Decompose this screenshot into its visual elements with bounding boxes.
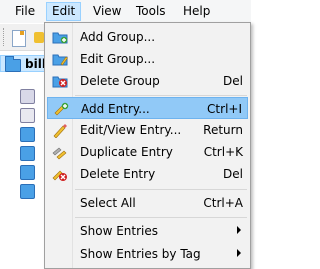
- submenu-arrow-icon: [237, 226, 241, 234]
- submenu-arrow-icon: [237, 249, 241, 257]
- internet-group-icon[interactable]: [20, 146, 35, 161]
- menu-item-delete-entry[interactable]: Delete Entry Del: [47, 163, 248, 185]
- menu-help[interactable]: Help: [177, 3, 216, 20]
- menu-bar: File Edit View Tools Help: [0, 0, 251, 23]
- menu-item-edit-group[interactable]: Edit Group...: [47, 48, 248, 70]
- tree-root-item[interactable]: bill: [0, 55, 46, 72]
- menu-item-add-group[interactable]: Add Group...: [47, 26, 248, 48]
- toolbar-grip[interactable]: [3, 28, 6, 46]
- duplicate-entry-icon: [52, 147, 67, 160]
- add-entry-icon: [54, 102, 69, 116]
- menu-item-label: Show Entries by Tag: [80, 247, 201, 261]
- menu-item-label: Duplicate Entry: [80, 145, 173, 159]
- toolbar: [0, 24, 46, 51]
- menu-separator: [75, 95, 247, 96]
- menu-separator: [75, 217, 247, 218]
- menu-item-show-entries-by-tag[interactable]: Show Entries by Tag: [47, 243, 248, 265]
- menu-item-label: Add Entry...: [81, 102, 150, 116]
- add-group-icon: [52, 32, 68, 44]
- tree-root-label: bill: [25, 57, 46, 71]
- menu-item-label: Edit Group...: [80, 52, 156, 66]
- menu-item-label: Add Group...: [80, 30, 156, 44]
- menu-separator: [75, 189, 247, 190]
- menu-item-shortcut: Del: [223, 167, 243, 181]
- homebanking-group-icon[interactable]: [20, 184, 35, 199]
- menu-item-duplicate-entry[interactable]: Duplicate Entry Ctrl+K: [47, 141, 248, 163]
- delete-entry-icon: [52, 170, 67, 181]
- menu-item-show-entries[interactable]: Show Entries: [47, 220, 248, 242]
- menu-item-shortcut: Return: [203, 123, 243, 137]
- menu-item-edit-view-entry[interactable]: Edit/View Entry... Return: [47, 119, 248, 141]
- menu-item-label: Edit/View Entry...: [80, 123, 182, 137]
- menu-view[interactable]: View: [87, 3, 127, 20]
- menu-item-shortcut: Ctrl+I: [207, 102, 242, 116]
- edit-entry-icon: [53, 124, 67, 138]
- menu-item-delete-group[interactable]: Delete Group Del: [47, 70, 248, 92]
- menu-item-add-entry[interactable]: Add Entry... Ctrl+I: [47, 97, 248, 119]
- open-database-icon[interactable]: [34, 32, 44, 43]
- windows-group-icon[interactable]: [20, 108, 35, 123]
- delete-group-icon: [52, 76, 68, 88]
- menu-file[interactable]: File: [9, 3, 41, 20]
- network-group-icon[interactable]: [20, 127, 35, 142]
- new-database-icon[interactable]: [12, 30, 26, 47]
- general-group-icon[interactable]: [20, 89, 35, 104]
- menu-tools[interactable]: Tools: [130, 3, 172, 20]
- menu-item-label: Delete Entry: [80, 167, 156, 181]
- menu-item-select-all[interactable]: Select All Ctrl+A: [47, 192, 248, 214]
- menu-item-shortcut: Ctrl+K: [203, 145, 243, 159]
- email-group-icon[interactable]: [20, 165, 35, 180]
- menu-item-label: Show Entries: [80, 224, 158, 238]
- group-tree: bill: [0, 51, 47, 269]
- edit-menu-dropdown: Add Group... Edit Group... Delete Group …: [44, 22, 251, 269]
- menu-item-label: Select All: [80, 196, 136, 210]
- menu-edit[interactable]: Edit: [46, 2, 82, 21]
- edit-group-icon: [52, 54, 68, 66]
- menu-item-label: Delete Group: [80, 74, 160, 88]
- folder-open-icon: [5, 56, 21, 72]
- menu-item-shortcut: Del: [223, 74, 243, 88]
- menu-item-shortcut: Ctrl+A: [203, 196, 243, 210]
